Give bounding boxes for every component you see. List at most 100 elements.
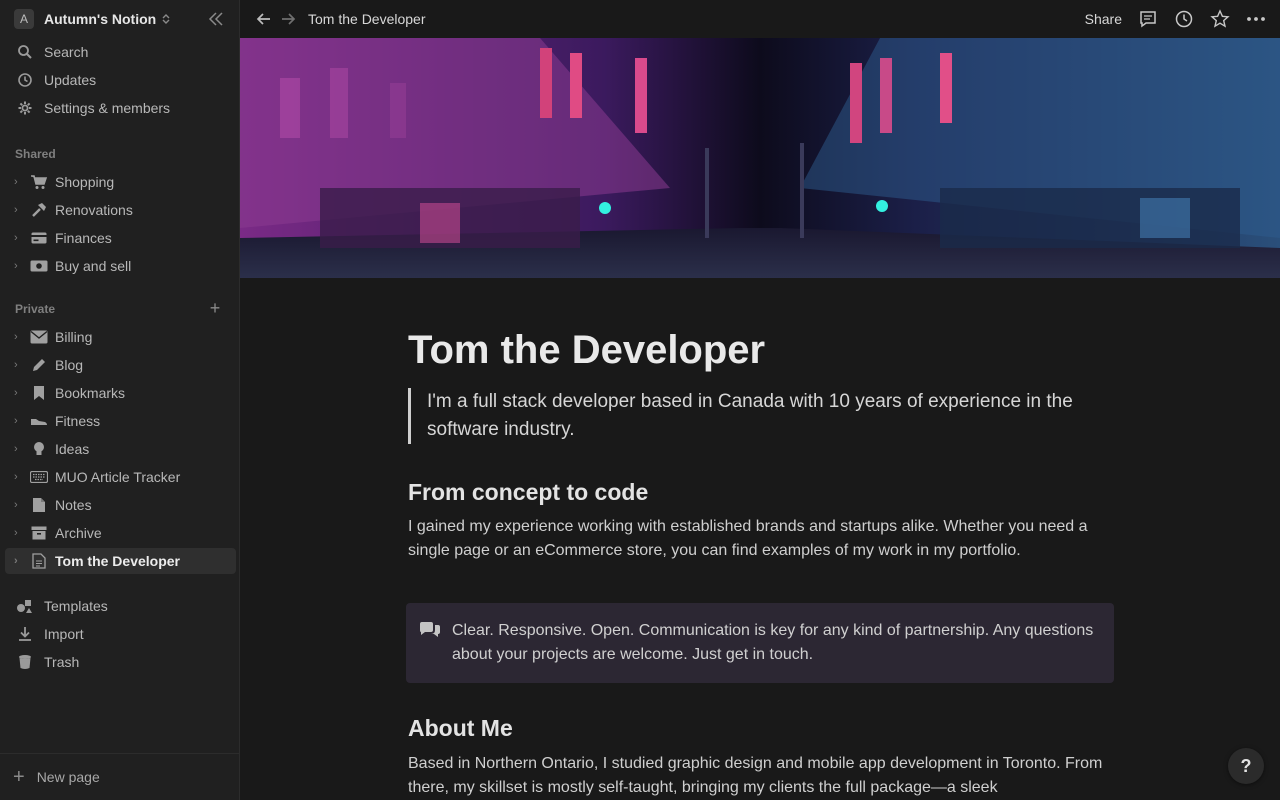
- chevron-right-icon[interactable]: ›: [14, 471, 26, 483]
- sidebar-item-buy-and-sell[interactable]: › Buy and sell: [5, 253, 236, 279]
- chevron-right-icon[interactable]: ›: [14, 555, 26, 567]
- add-private-page-icon[interactable]: +: [206, 299, 224, 318]
- sidebar-templates-label: Templates: [44, 598, 108, 614]
- workspace-avatar: A: [14, 9, 34, 29]
- share-button[interactable]: Share: [1085, 11, 1122, 27]
- history-clock-icon[interactable]: [1174, 9, 1194, 29]
- sidebar-item-finances[interactable]: › Finances: [5, 225, 236, 251]
- forward-arrow-icon[interactable]: [278, 9, 298, 29]
- updown-chevron-icon: [162, 13, 170, 25]
- new-page-label: New page: [36, 769, 100, 785]
- collapse-sidebar-icon[interactable]: [206, 9, 226, 29]
- sidebar-item-archive[interactable]: › Archive: [5, 520, 236, 546]
- download-icon: [16, 625, 34, 643]
- workspace-switcher[interactable]: A Autumn's Notion: [14, 8, 170, 30]
- paragraph-experience[interactable]: I gained my experience working with esta…: [408, 515, 1114, 563]
- private-section-label: Private: [15, 302, 56, 316]
- sidebar-item-label: Billing: [55, 329, 93, 345]
- comment-icon[interactable]: [1138, 9, 1158, 29]
- shoe-icon: [30, 412, 48, 430]
- sidebar: A Autumn's Notion Search Updates Setting…: [0, 0, 240, 800]
- bulb-icon: [30, 440, 48, 458]
- sidebar-search-label: Search: [44, 44, 89, 60]
- cover-image[interactable]: [240, 38, 1280, 278]
- sidebar-item-tom-the-developer[interactable]: › Tom the Developer: [5, 548, 236, 574]
- chevron-right-icon[interactable]: ›: [14, 415, 26, 427]
- paragraph-about-me[interactable]: Based in Northern Ontario, I studied gra…: [408, 752, 1114, 800]
- sidebar-updates-label: Updates: [44, 72, 97, 88]
- sidebar-item-ideas[interactable]: › Ideas: [5, 436, 236, 462]
- trash-icon: [16, 653, 34, 671]
- chevron-right-icon[interactable]: ›: [14, 443, 26, 455]
- sidebar-item-label: Finances: [55, 230, 112, 246]
- sidebar-settings[interactable]: Settings & members: [10, 95, 234, 121]
- money-icon: [30, 257, 48, 275]
- heading-about-me[interactable]: About Me: [408, 715, 513, 742]
- sidebar-item-label: Archive: [55, 525, 102, 541]
- sidebar-import[interactable]: Import: [10, 621, 234, 647]
- sidebar-search[interactable]: Search: [10, 39, 234, 65]
- sidebar-trash[interactable]: Trash: [10, 649, 234, 675]
- sidebar-item-muo-article-tracker[interactable]: › MUO Article Tracker: [5, 464, 236, 490]
- sidebar-item-fitness[interactable]: › Fitness: [5, 408, 236, 434]
- sidebar-item-label: Renovations: [55, 202, 133, 218]
- chevron-right-icon[interactable]: ›: [14, 204, 26, 216]
- sidebar-item-bookmarks[interactable]: › Bookmarks: [5, 380, 236, 406]
- back-arrow-icon[interactable]: [254, 9, 274, 29]
- callout-text: Clear. Responsive. Open. Communication i…: [452, 622, 1094, 663]
- chevron-right-icon[interactable]: ›: [14, 260, 26, 272]
- sidebar-item-label: MUO Article Tracker: [55, 469, 181, 485]
- sidebar-item-notes[interactable]: › Notes: [5, 492, 236, 518]
- page-icon: [30, 552, 48, 570]
- bookmark-icon: [30, 384, 48, 402]
- chevron-right-icon[interactable]: ›: [14, 499, 26, 511]
- chevron-right-icon[interactable]: ›: [14, 359, 26, 371]
- pencil-icon: [30, 356, 48, 374]
- keyboard-icon: [30, 468, 48, 486]
- sidebar-item-renovations[interactable]: › Renovations: [5, 197, 236, 223]
- sidebar-item-label: Tom the Developer: [55, 553, 180, 569]
- new-page-button[interactable]: + New page: [0, 753, 239, 800]
- sidebar-trash-label: Trash: [44, 654, 80, 670]
- quote-block[interactable]: I'm a full stack developer based in Cana…: [408, 388, 1114, 444]
- shapes-icon: [16, 597, 34, 615]
- breadcrumb[interactable]: Tom the Developer: [308, 11, 426, 27]
- help-button[interactable]: ?: [1228, 748, 1264, 784]
- clock-icon: [16, 71, 34, 89]
- sidebar-settings-label: Settings & members: [44, 100, 171, 116]
- sidebar-item-shopping[interactable]: › Shopping: [5, 169, 236, 195]
- chevron-right-icon[interactable]: ›: [14, 232, 26, 244]
- sidebar-templates[interactable]: Templates: [10, 593, 234, 619]
- workspace-name: Autumn's Notion: [44, 11, 157, 27]
- sidebar-updates[interactable]: Updates: [10, 67, 234, 93]
- more-options-icon[interactable]: [1246, 9, 1266, 29]
- topbar: Tom the Developer Share: [240, 0, 1280, 38]
- heading-from-concept-to-code[interactable]: From concept to code: [408, 479, 648, 506]
- page-title[interactable]: Tom the Developer: [408, 328, 765, 373]
- card-icon: [30, 229, 48, 247]
- sidebar-import-label: Import: [44, 626, 84, 642]
- gear-icon: [16, 99, 34, 117]
- search-icon: [16, 43, 34, 61]
- sidebar-item-label: Fitness: [55, 413, 101, 429]
- archive-icon: [30, 524, 48, 542]
- chevron-right-icon[interactable]: ›: [14, 387, 26, 399]
- chevron-right-icon[interactable]: ›: [14, 176, 26, 188]
- sidebar-item-billing[interactable]: › Billing: [5, 324, 236, 350]
- shared-section-label: Shared: [15, 147, 56, 161]
- sidebar-item-label: Bookmarks: [55, 385, 126, 401]
- sidebar-item-label: Blog: [55, 357, 84, 373]
- sidebar-item-label: Ideas: [55, 441, 90, 457]
- plus-icon: +: [13, 765, 25, 788]
- speech-bubbles-icon: [418, 621, 442, 643]
- document-icon: [30, 496, 48, 514]
- star-icon[interactable]: [1210, 9, 1230, 29]
- chevron-right-icon[interactable]: ›: [14, 331, 26, 343]
- sidebar-item-label: Notes: [55, 497, 92, 513]
- chevron-right-icon[interactable]: ›: [14, 527, 26, 539]
- sidebar-item-label: Shopping: [55, 174, 115, 190]
- cart-icon: [30, 173, 48, 191]
- sidebar-item-blog[interactable]: › Blog: [5, 352, 236, 378]
- callout-block[interactable]: Clear. Responsive. Open. Communication i…: [406, 603, 1114, 683]
- sidebar-item-label: Buy and sell: [55, 258, 132, 274]
